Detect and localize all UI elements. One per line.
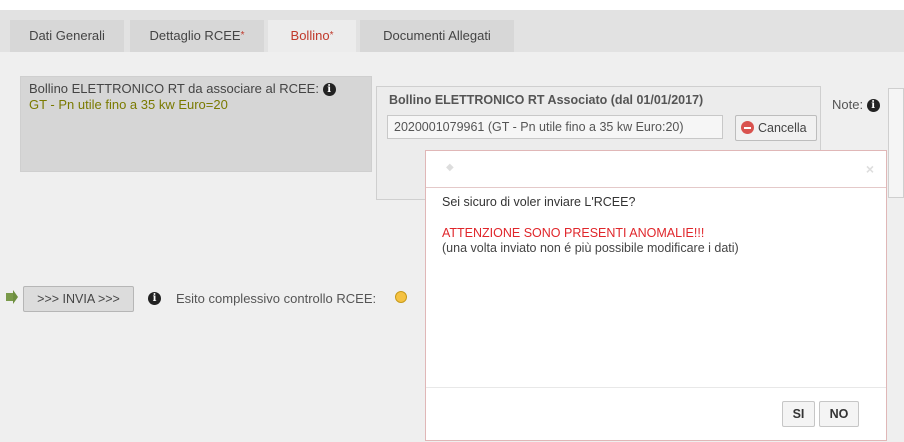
info-icon[interactable]: i (322, 83, 336, 97)
tab-label: Documenti Allegati (383, 28, 491, 43)
bollino-left-title: Bollino ELETTRONICO RT da associare al R… (29, 81, 319, 96)
bollino-code-field: 2020001079961 (GT - Pn utile fino a 35 k… (387, 115, 723, 139)
dialog-question: Sei sicuro di voler inviare L'RCEE? (442, 195, 636, 209)
no-button[interactable]: NO (819, 401, 859, 427)
cancel-label: Cancella (758, 121, 807, 135)
status-neutral-icon (395, 291, 407, 303)
dialog-note: (una volta inviato non é più possibile m… (442, 241, 739, 255)
required-star: * (240, 30, 245, 41)
confirm-dialog: ◆ × Sei sicuro di voler inviare L'RCEE? … (425, 150, 887, 441)
note-label: Note: i (832, 97, 880, 113)
close-icon[interactable]: × (866, 161, 874, 177)
tab-bar: Dati Generali Dettaglio RCEE* Bollino* D… (0, 10, 904, 53)
dialog-icon: ◆ (446, 162, 454, 173)
info-icon[interactable]: i (148, 292, 161, 305)
bollino-associated-title: Bollino ELETTRONICO RT Associato (dal 01… (389, 93, 704, 107)
dialog-footer: SI NO (426, 387, 886, 442)
required-star: * (329, 30, 334, 41)
bollino-to-associate-panel: Bollino ELETTRONICO RT da associare al R… (20, 76, 372, 172)
send-button[interactable]: >>> INVIA >>> (23, 286, 134, 312)
info-icon[interactable]: i (866, 99, 880, 113)
tab-dettaglio-rcee[interactable]: Dettaglio RCEE* (130, 20, 264, 52)
tab-label: Dati Generali (29, 28, 105, 43)
dialog-warning: ATTENZIONE SONO PRESENTI ANOMALIE!!! (442, 226, 705, 240)
dialog-body: Sei sicuro di voler inviare L'RCEE? ATTE… (442, 195, 872, 255)
cancel-button[interactable]: Cancella (735, 115, 817, 141)
tab-dati-generali[interactable]: Dati Generali (10, 20, 124, 52)
tab-bollino[interactable]: Bollino* (268, 20, 356, 52)
esito-label: Esito complessivo controllo RCEE: (176, 291, 377, 306)
note-label-text: Note: (832, 97, 864, 112)
tab-label: Dettaglio RCEE (149, 28, 241, 43)
dialog-header: ◆ × (426, 151, 886, 188)
tab-documenti-allegati[interactable]: Documenti Allegati (360, 20, 514, 52)
send-arrow-icon (6, 290, 18, 304)
top-strip (0, 0, 904, 10)
remove-icon (741, 121, 754, 134)
bollino-left-value: GT - Pn utile fino a 35 kw Euro=20 (29, 97, 228, 113)
tab-label: Bollino (290, 28, 330, 43)
note-textarea[interactable] (888, 88, 904, 198)
yes-button[interactable]: SI (782, 401, 815, 427)
